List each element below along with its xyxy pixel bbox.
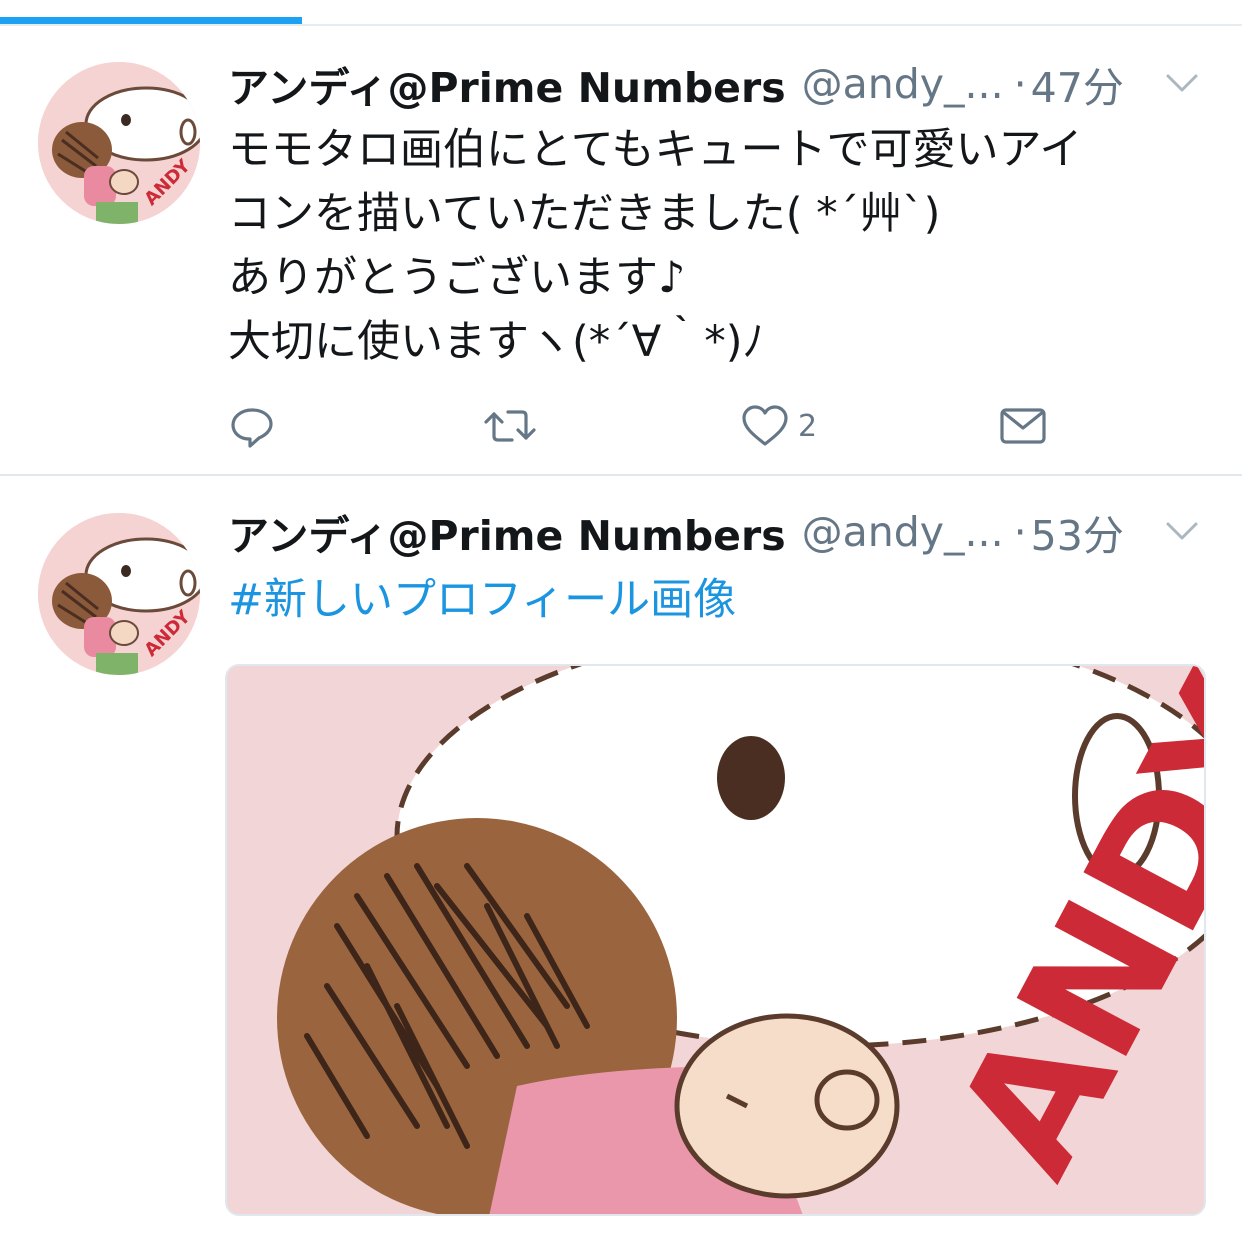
active-tab-indicator[interactable] [0, 17, 302, 24]
avatar[interactable]: ANDY [38, 62, 200, 224]
timeline-screen: ANDY アンディ@Prime Numbers @andy_... · 47分 … [0, 0, 1242, 1242]
heart-icon [742, 405, 788, 446]
author-name[interactable]: アンディ@Prime Numbers [228, 502, 786, 562]
top-tab-bar [0, 0, 1242, 26]
reply-button[interactable] [228, 396, 276, 456]
tweet-header: アンディ@Prime Numbers @andy_... · 53分 [228, 504, 1212, 560]
avatar-illustration: ANDY [38, 513, 200, 675]
meta-separator: · [1013, 60, 1027, 108]
mail-icon [1000, 408, 1046, 444]
author-name[interactable]: アンディ@Prime Numbers [228, 54, 786, 114]
tweet-actions: 2 [228, 396, 1128, 456]
tweet[interactable]: ANDY アンディ@Prime Numbers @andy_... · 47分 … [0, 26, 1242, 476]
like-button[interactable]: 2 [740, 396, 817, 456]
hashtag-link[interactable]: #新しいプロフィール画像 [228, 568, 736, 632]
tweet-text-line: コンを描いていただきました( *´艸`) [228, 189, 941, 239]
like-count: 2 [798, 408, 818, 444]
tweet-text: モモタロ画伯にとてもキュートで可愛いアイ コンを描いていただきました( *´艸`… [228, 118, 1218, 374]
author-handle[interactable]: @andy_... [802, 508, 1004, 556]
tweet-text-line: ありがとうございます♪ [228, 253, 686, 303]
avatar-illustration: ANDY [38, 62, 200, 224]
tweet-timestamp[interactable]: 53分 [1031, 502, 1124, 562]
retweet-icon [484, 410, 536, 442]
tweet-header: アンディ@Prime Numbers @andy_... · 47分 [228, 56, 1212, 112]
retweet-button[interactable] [482, 396, 538, 456]
media-image[interactable]: ANDY [225, 664, 1206, 1216]
meta-separator: · [1013, 508, 1027, 556]
tweet-text-line: モモタロ画伯にとてもキュートで可愛いアイ [228, 125, 1083, 175]
avatar[interactable]: ANDY [38, 513, 200, 675]
tweet[interactable]: ANDY アンディ@Prime Numbers @andy_... · 53分 … [0, 476, 1242, 1242]
chevron-down-icon[interactable] [1162, 68, 1202, 98]
reply-icon [231, 408, 273, 448]
tweet-text-line: 大切に使いますヽ(*´∀｀*)ﾉ [228, 317, 764, 367]
profile-illustration: ANDY [227, 666, 1204, 1214]
author-handle[interactable]: @andy_... [802, 60, 1004, 108]
chevron-down-icon[interactable] [1162, 516, 1202, 546]
direct-message-button[interactable] [998, 396, 1048, 456]
tweet-timestamp[interactable]: 47分 [1031, 54, 1124, 114]
